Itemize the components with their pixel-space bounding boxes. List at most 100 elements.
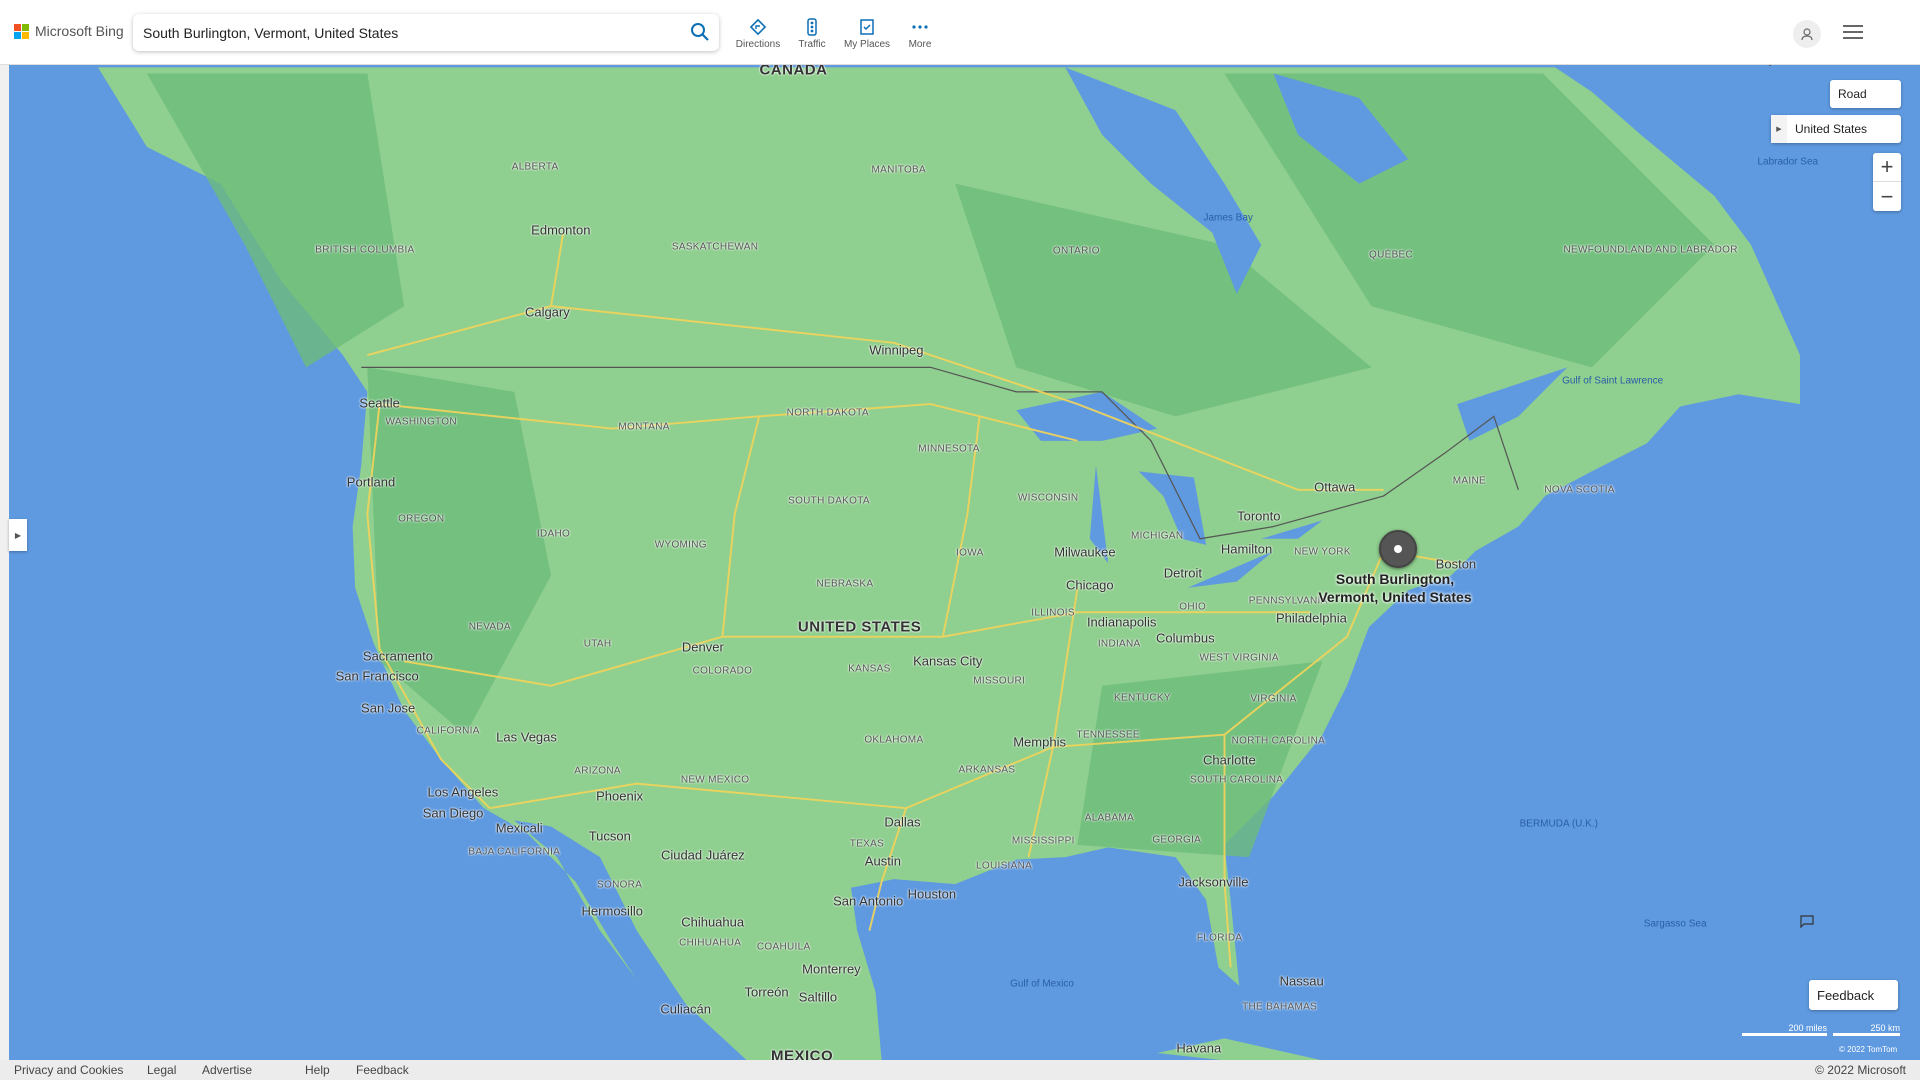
footer-link-privacy[interactable]: Privacy and Cookies (14, 1063, 123, 1077)
more-button[interactable]: More (890, 18, 950, 50)
map-label-city: San Francisco (335, 668, 419, 684)
map-label-state: OKLAHOMA (864, 734, 924, 746)
my-places-label: My Places (843, 39, 891, 50)
bing-logo[interactable]: Microsoft Bing (14, 23, 124, 39)
traffic-icon (807, 18, 817, 36)
map-label-state: MINNESOTA (918, 443, 980, 455)
map-label-state: ILLINOIS (1031, 607, 1075, 619)
scale-bar-miles: 200 miles (1741, 1022, 1828, 1037)
map-label-city: Jacksonville (1178, 874, 1249, 890)
map-label-state: MAINE (1452, 475, 1486, 487)
map-label-city: Hamilton (1220, 541, 1273, 557)
footer-link-legal[interactable]: Legal (147, 1063, 176, 1077)
map-label-city: Monterrey (802, 961, 861, 977)
map-attribution: © 2022 TomTom (1839, 1045, 1898, 1054)
more-label: More (908, 39, 932, 50)
map-label-sea: Gulf of Saint Lawrence (1562, 375, 1664, 387)
zoom-controls: + − (1873, 153, 1901, 211)
map-label-city: Indianapolis (1086, 614, 1157, 630)
search-icon[interactable] (689, 21, 711, 43)
map-label-city: Torreón (744, 984, 789, 1000)
traffic-button[interactable]: Traffic (782, 18, 842, 50)
map-label-city: Philadelphia (1276, 610, 1347, 626)
traffic-label: Traffic (798, 39, 826, 50)
map-label-state: BAJA CALIFORNIA (468, 846, 561, 858)
location-pin-icon[interactable] (1379, 530, 1417, 568)
map-label-state: NEW MEXICO (680, 774, 750, 786)
map-label-city: San Diego (422, 805, 484, 821)
map-label-state: THE BAHAMAS (1242, 1001, 1318, 1013)
map-label-state: MANITOBA (871, 164, 927, 176)
map-label-city: Tucson (588, 828, 631, 844)
map-label-state: TEXAS (849, 838, 885, 850)
feedback-button[interactable]: Feedback (1800, 915, 1898, 1010)
map-label-state: ALBERTA (511, 161, 559, 173)
search-value[interactable]: South Burlington, Vermont, United States (143, 25, 398, 41)
my-places-icon (860, 19, 874, 35)
map-label-state: CHIHUAHUA (679, 937, 742, 949)
map-label-state: LOUISIANA (976, 860, 1033, 872)
map-label-state: INDIANA (1097, 638, 1141, 650)
side-panel-toggle[interactable]: ▶ (9, 519, 27, 551)
map-label-state: MISSOURI (973, 675, 1026, 687)
top-bar: Microsoft Bing South Burlington, Vermont… (0, 0, 1920, 65)
map-label-state: MONTANA (618, 421, 670, 433)
left-panel-edge (0, 65, 9, 1060)
map-label-city: Sacramento (362, 648, 433, 664)
map-label-city: Seattle (359, 395, 400, 411)
map-label-city: San Antonio (833, 893, 904, 909)
map-label-state: NEWFOUNDLAND AND LABRADOR (1563, 244, 1738, 256)
map-label-city: Ottawa (1314, 479, 1356, 495)
map-label-state: NEVADA (468, 621, 511, 633)
expand-caret-icon[interactable]: ▶ (1771, 115, 1787, 143)
map-label-state: NOVA SCOTIA (1544, 484, 1615, 496)
map-label-city: Mexicali (495, 820, 543, 836)
map-label-state: ARIZONA (574, 765, 621, 777)
map-label-state: COAHUILA (756, 941, 811, 953)
map-label-city: Phoenix (596, 788, 644, 804)
map-label-city: Chihuahua (681, 914, 745, 930)
map-label-city: Houston (907, 886, 957, 902)
map-label-city: Toronto (1237, 508, 1281, 523)
feedback-icon (1800, 915, 1814, 928)
map-label-state: WEST VIRGINIA (1199, 652, 1279, 664)
map-label-city: Denver (681, 639, 724, 655)
map-label-country: CANADA (759, 65, 828, 79)
map-label-city: Kansas City (913, 653, 983, 669)
pin-label[interactable]: South Burlington, Vermont, United States (1295, 570, 1495, 606)
directions-icon (749, 18, 767, 36)
pin-label-line1: South Burlington, (1335, 571, 1455, 587)
map-label-state: ALABAMA (1084, 812, 1135, 824)
my-places-button[interactable]: My Places (837, 18, 897, 50)
map-label-state: IDAHO (536, 528, 571, 540)
map-label-state: WYOMING (654, 539, 707, 551)
map-style-label: Road (1838, 87, 1867, 101)
user-avatar[interactable] (1793, 20, 1821, 48)
zoom-in-button[interactable]: + (1873, 153, 1901, 182)
copyright: © 2022 Microsoft (1815, 1063, 1906, 1077)
map-canvas[interactable]: CANADA UNITED STATES MEXICO ALBERTA BRITISH … (9, 65, 1920, 1060)
map-style-button[interactable]: Road (1830, 80, 1901, 108)
map-label-city: San Jose (361, 700, 416, 716)
user-icon (1801, 28, 1813, 41)
microsoft-logo-icon (14, 23, 29, 39)
zoom-out-button[interactable]: − (1873, 182, 1901, 211)
footer-link-advertise[interactable]: Advertise (202, 1063, 252, 1077)
region-selector[interactable]: ▶ United States (1769, 65, 1901, 143)
feedback-label: Feedback (1817, 987, 1875, 1003)
map-label-city: Austin (864, 853, 901, 869)
map-label-state: MICHIGAN (1130, 530, 1184, 542)
map-label-city: Las Vegas (496, 729, 557, 745)
directions-button[interactable]: Directions (728, 18, 788, 50)
hamburger-menu-icon[interactable] (1843, 25, 1863, 41)
search-input[interactable]: South Burlington, Vermont, United States (133, 14, 719, 51)
map-label-state: GEORGIA (1152, 834, 1202, 846)
map-label-state: WISCONSIN (1017, 492, 1079, 504)
map-label-country: MEXICO (770, 1047, 834, 1060)
footer-link-feedback[interactable]: Feedback (356, 1063, 409, 1077)
map-label-state: SASKATCHEWAN (671, 241, 759, 253)
map-label-state: NORTH DAKOTA (786, 407, 869, 419)
footer-link-help[interactable]: Help (305, 1063, 330, 1077)
locate-me-icon[interactable] (1762, 65, 1778, 66)
map-label-city: Charlotte (1203, 752, 1256, 768)
